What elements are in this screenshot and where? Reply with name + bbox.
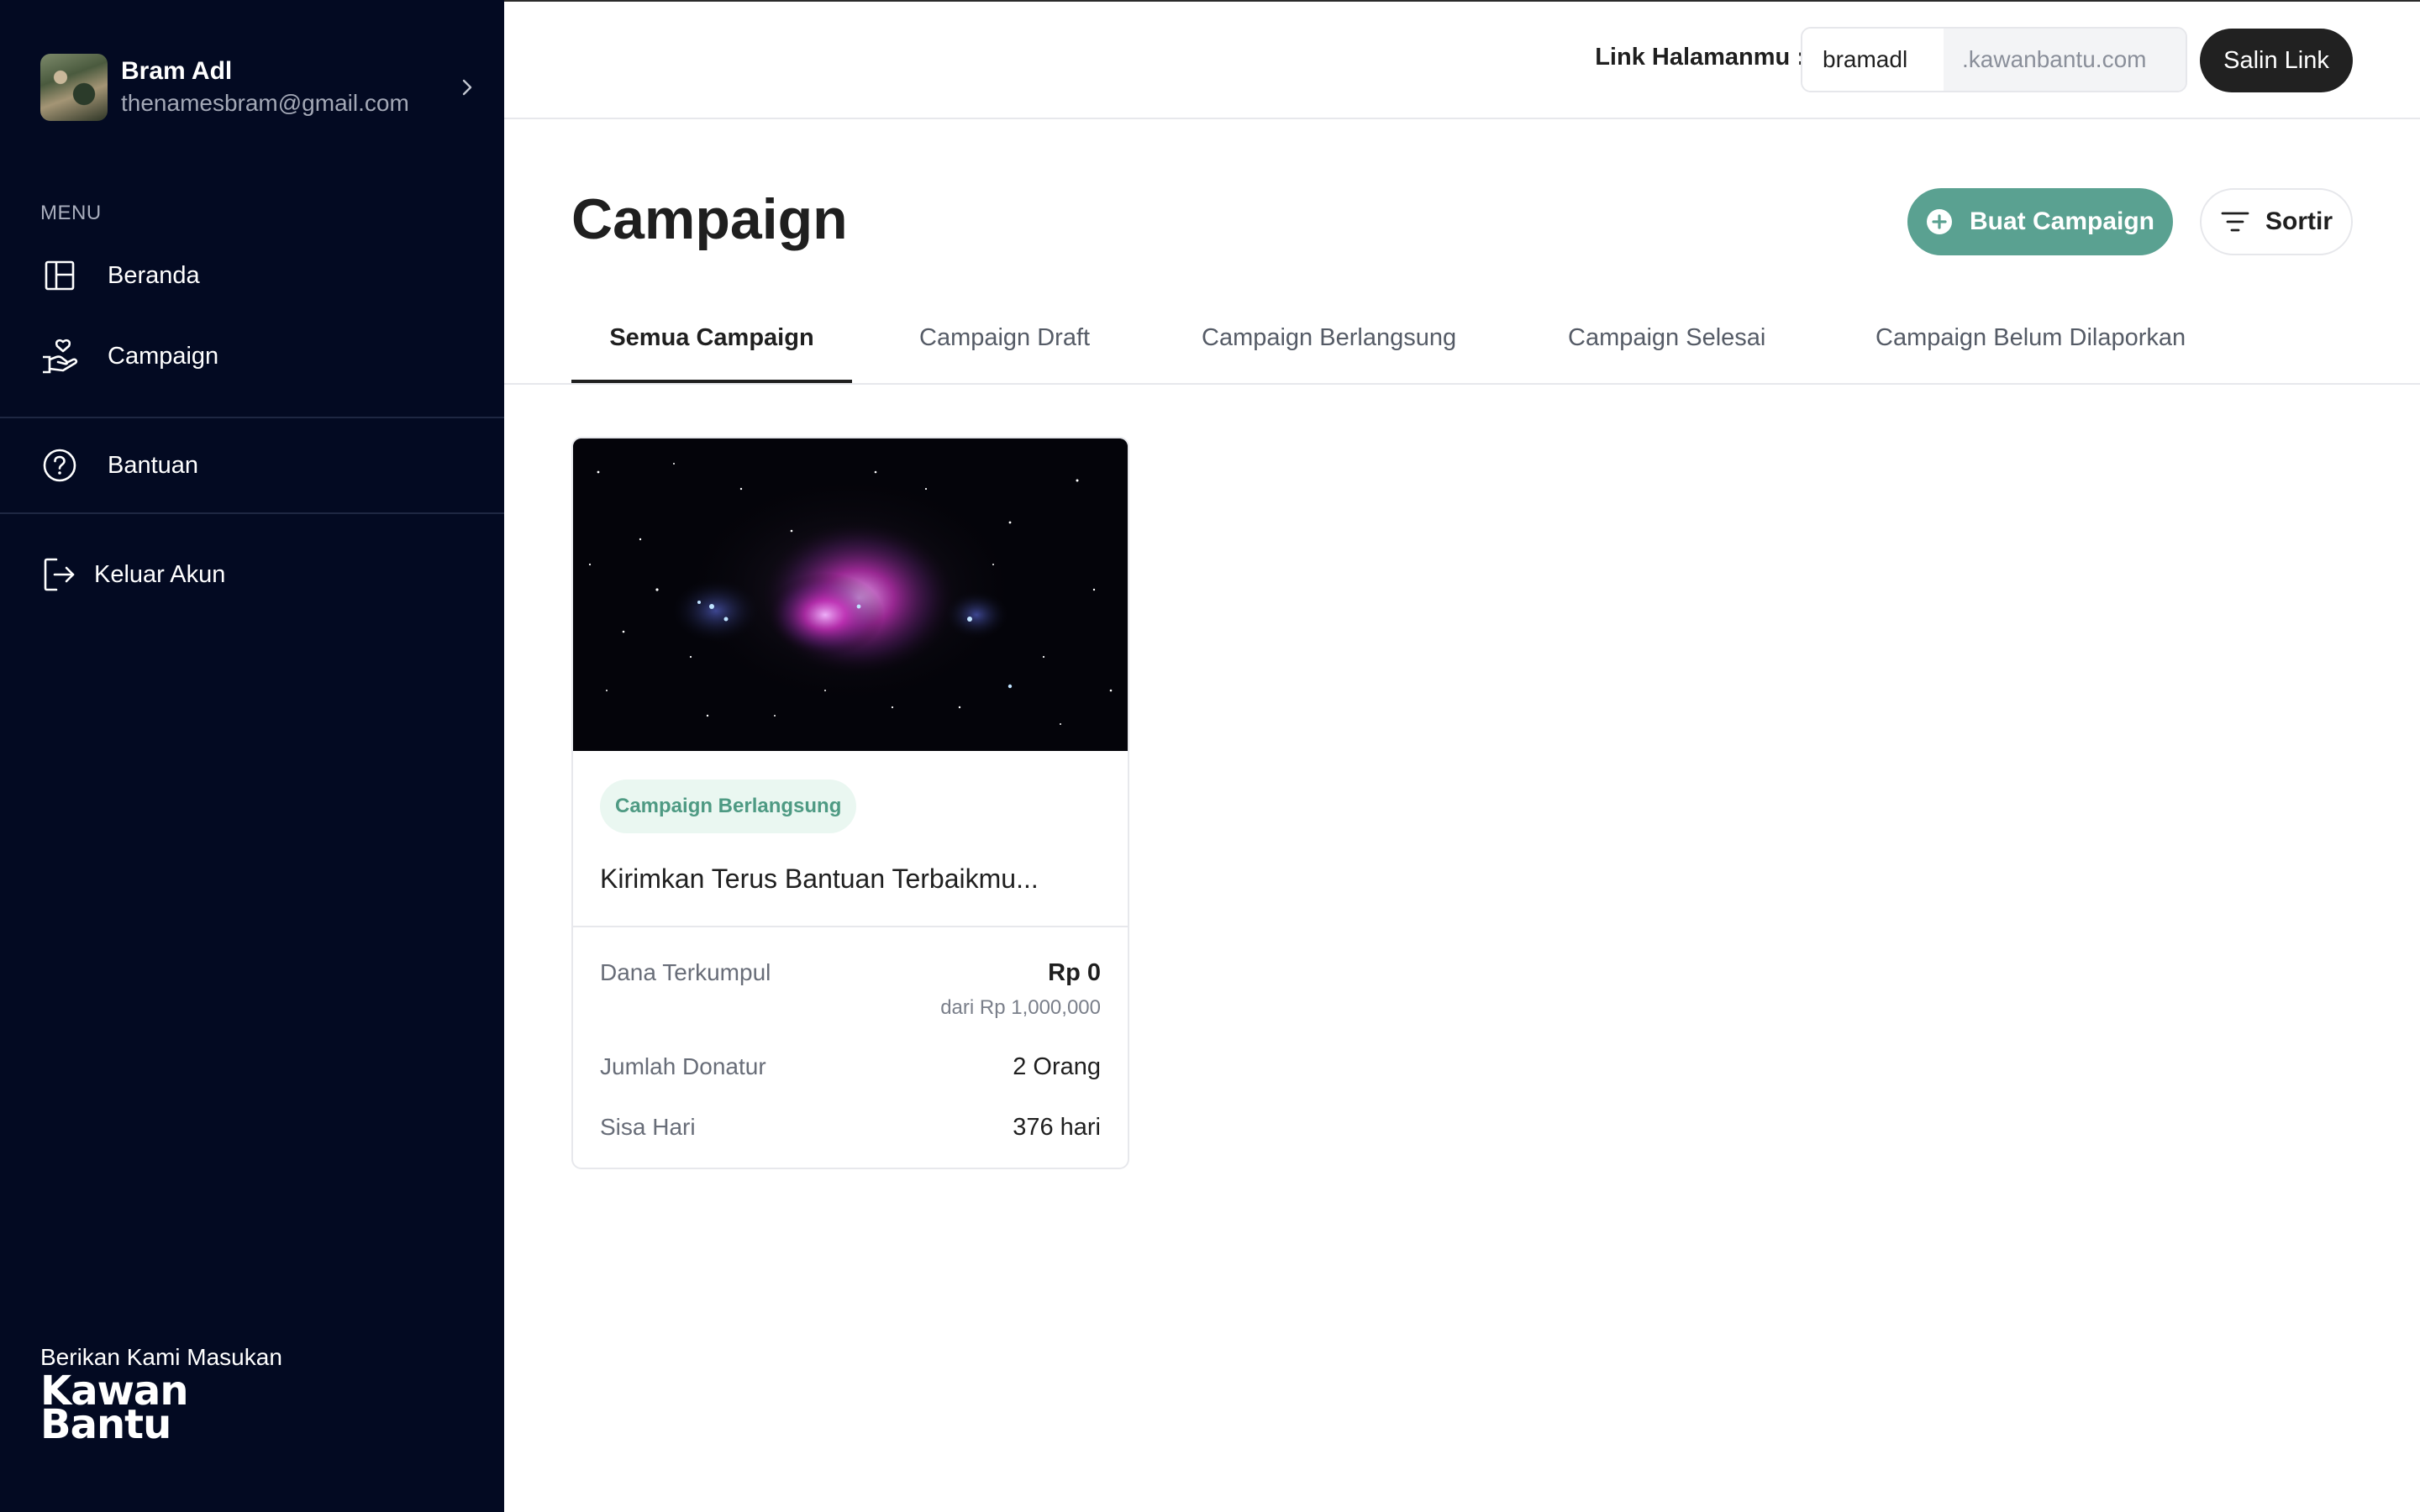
sidebar-divider <box>0 417 504 418</box>
campaign-tabs: Semua Campaign Campaign Draft Campaign B… <box>504 306 2420 385</box>
create-campaign-button[interactable]: Buat Campaign <box>1907 188 2173 255</box>
campaign-title: Kirimkan Terus Bantuan Terbaikmu... <box>600 864 1039 894</box>
sidebar-item-beranda[interactable]: Beranda <box>40 250 477 301</box>
tab-campaign-selesai[interactable]: Campaign Selesai <box>1568 324 1765 383</box>
page-link-field[interactable]: bramadl .kawanbantu.com <box>1801 27 2187 92</box>
sidebar-divider <box>0 512 504 514</box>
donors-value: 2 Orang <box>1013 1053 1101 1080</box>
logout-icon <box>40 555 79 594</box>
sort-label: Sortir <box>2265 207 2333 235</box>
campaign-cover-image <box>573 438 1128 751</box>
campaign-card[interactable]: Campaign Berlangsung Kirimkan Terus Bant… <box>571 437 1129 1169</box>
filter-icon <box>2220 207 2250 237</box>
kawanbantu-logo: Kawan Bantu <box>40 1371 188 1448</box>
layout-icon <box>40 256 79 295</box>
sidebar-item-label: Beranda <box>108 261 200 289</box>
logout-button[interactable]: Keluar Akun <box>40 549 477 600</box>
sidebar-item-bantuan[interactable]: Bantuan <box>40 440 477 491</box>
page-title: Campaign <box>571 187 848 251</box>
create-campaign-label: Buat Campaign <box>1969 207 2155 235</box>
page-link-domain: .kawanbantu.com <box>1944 29 2186 91</box>
hand-heart-icon <box>40 337 79 375</box>
tab-campaign-draft[interactable]: Campaign Draft <box>919 324 1090 383</box>
profile-email: thenamesbram@gmail.com <box>121 90 409 116</box>
page-link-username[interactable]: bramadl <box>1802 29 1944 91</box>
status-badge: Campaign Berlangsung <box>600 780 857 833</box>
days-left-label: Sisa Hari <box>600 1114 696 1140</box>
raised-label: Dana Terkumpul <box>600 959 771 985</box>
copy-link-button[interactable]: Salin Link <box>2200 29 2353 92</box>
profile-switcher[interactable]: Bram Adl thenamesbram@gmail.com <box>40 52 477 123</box>
plus-circle-icon <box>1926 208 1953 235</box>
sidebar-item-label: Bantuan <box>108 451 199 479</box>
help-circle-icon <box>40 446 79 485</box>
sort-button[interactable]: Sortir <box>2200 188 2353 255</box>
menu-label: MENU <box>40 202 102 224</box>
raised-value: Rp 0 <box>1048 959 1101 986</box>
days-left-value: 376 hari <box>1013 1114 1101 1141</box>
card-divider <box>573 926 1128 927</box>
chevron-right-icon[interactable] <box>457 77 477 97</box>
donors-label: Jumlah Donatur <box>600 1053 766 1079</box>
sidebar: Bram Adl thenamesbram@gmail.com MENU Ber… <box>0 0 504 1512</box>
target-value: dari Rp 1,000,000 <box>940 996 1101 1019</box>
profile-name: Bram Adl <box>121 57 233 85</box>
avatar <box>40 54 108 121</box>
tab-campaign-berlangsung[interactable]: Campaign Berlangsung <box>1202 324 1456 383</box>
tab-semua-campaign[interactable]: Semua Campaign <box>571 324 852 383</box>
tab-campaign-belum-dilaporkan[interactable]: Campaign Belum Dilaporkan <box>1876 324 2186 383</box>
sidebar-item-campaign[interactable]: Campaign <box>40 331 477 381</box>
logo-line: Bantu <box>40 1401 171 1448</box>
page-link-label: Link Halamanmu : <box>1595 44 1805 71</box>
top-bar: Link Halamanmu : bramadl .kawanbantu.com… <box>504 0 2420 119</box>
sidebar-item-label: Keluar Akun <box>94 560 226 588</box>
sidebar-item-label: Campaign <box>108 342 219 370</box>
